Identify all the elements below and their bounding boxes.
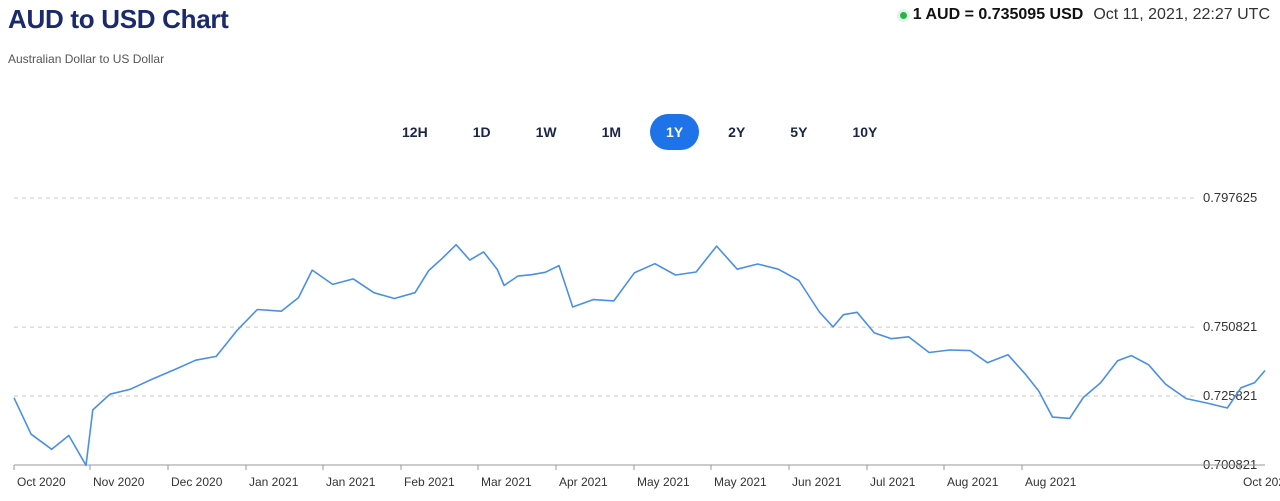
- tab-1d[interactable]: 1D: [457, 114, 507, 150]
- x-tick-label: Oct 2021: [1243, 475, 1280, 489]
- x-tick-label: Oct 2020: [17, 475, 66, 489]
- tab-1m[interactable]: 1M: [586, 114, 637, 150]
- y-tick-label: 0.797625: [1203, 190, 1257, 205]
- tab-12h[interactable]: 12H: [386, 114, 444, 150]
- x-tick-label: Feb 2021: [404, 475, 455, 489]
- y-tick-label: 0.725821: [1203, 388, 1257, 403]
- x-tick-label: Jan 2021: [249, 475, 299, 489]
- tab-1y[interactable]: 1Y: [650, 114, 700, 150]
- live-rate: 1 AUD = 0.735095 USD Oct 11, 2021, 22:27…: [899, 6, 1270, 24]
- x-tick-label: May 2021: [637, 475, 690, 489]
- live-indicator-icon: [899, 11, 907, 19]
- tab-2y[interactable]: 2Y: [712, 114, 761, 150]
- time-range-tabs: 12H 1D 1W 1M 1Y 2Y 5Y 10Y: [386, 114, 906, 150]
- x-tick-label: Jul 2021: [870, 475, 916, 489]
- page-title: AUD to USD Chart: [8, 4, 229, 34]
- rate-line-chart: 0.7976250.7508210.7258210.700821Oct 2020…: [13, 190, 1280, 489]
- rate-value: 1 AUD = 0.735095 USD: [912, 6, 1084, 23]
- x-tick-label: Nov 2020: [93, 475, 145, 489]
- rate-timestamp: Oct 11, 2021, 22:27 UTC: [1093, 6, 1270, 23]
- tab-1w[interactable]: 1W: [520, 114, 573, 150]
- x-tick-label: Dec 2020: [171, 475, 223, 489]
- x-tick-label: Mar 2021: [481, 475, 532, 489]
- x-tick-label: Aug 2021: [947, 475, 999, 489]
- x-tick-label: Aug 2021: [1025, 475, 1077, 489]
- tab-5y[interactable]: 5Y: [774, 114, 823, 150]
- x-tick-label: May 2021: [714, 475, 767, 489]
- x-tick-label: Jun 2021: [792, 475, 842, 489]
- y-tick-label: 0.750821: [1203, 319, 1257, 334]
- series-line: [13, 243, 1266, 467]
- x-tick-label: Jan 2021: [326, 475, 376, 489]
- page-subtitle: Australian Dollar to US Dollar: [8, 52, 165, 66]
- tab-10y[interactable]: 10Y: [836, 114, 893, 150]
- x-tick-label: Apr 2021: [559, 475, 608, 489]
